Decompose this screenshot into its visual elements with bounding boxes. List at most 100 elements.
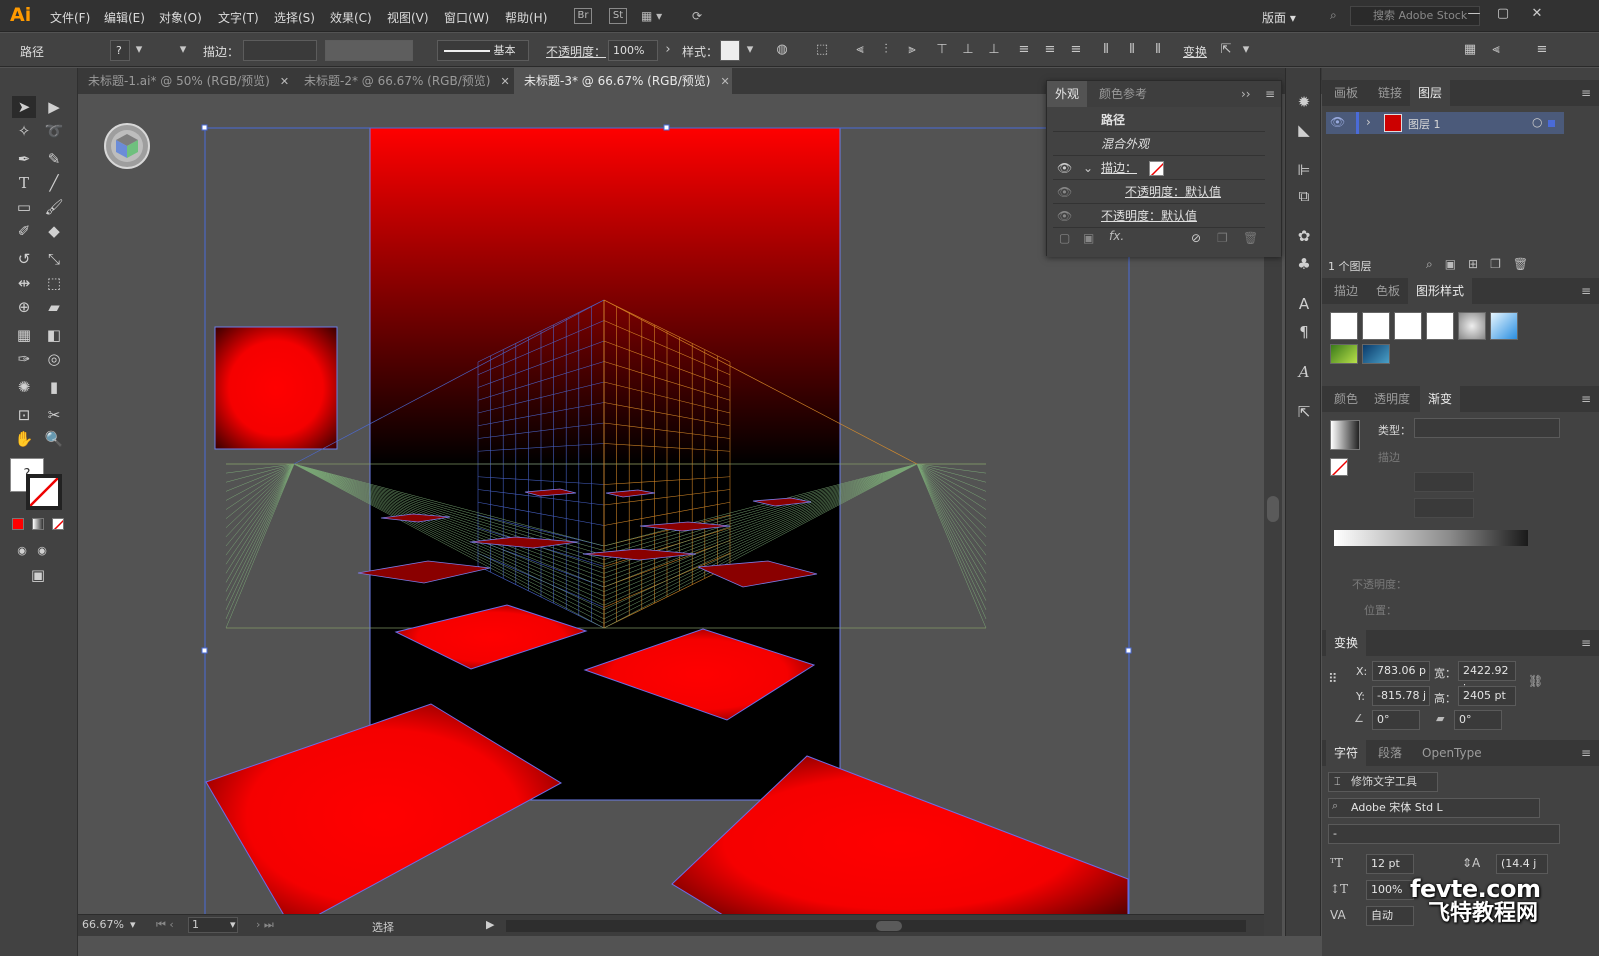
gradient-stroke-swatch[interactable] — [1330, 458, 1348, 476]
graphic-style-green[interactable] — [1330, 344, 1358, 364]
layer-row[interactable]: 👁 › 图层 1 ○ — [1326, 112, 1564, 134]
arrange-icon[interactable]: ⫷ — [1488, 42, 1504, 58]
brush-definition[interactable]: 基本 — [437, 40, 529, 61]
tab-opentype[interactable]: OpenType — [1414, 740, 1490, 766]
graphic-style-shadow[interactable] — [1458, 312, 1486, 340]
tab-artboards[interactable]: 画板 — [1326, 80, 1366, 106]
lasso-tool-icon[interactable]: ➰ — [42, 120, 66, 142]
isolate-icon[interactable]: ⇱ — [1218, 42, 1234, 58]
panel-menu-icon[interactable]: ≡ — [1581, 86, 1591, 100]
align-right-icon[interactable]: ⫸ — [904, 42, 920, 58]
layer-name[interactable]: 图层 1 — [1408, 116, 1441, 132]
navigator-icon[interactable]: ◣ — [1294, 120, 1314, 140]
curvature-tool-icon[interactable]: ✎ — [42, 148, 66, 170]
chevron-down-icon[interactable]: ▾ — [130, 918, 136, 931]
scroll-thumb[interactable] — [876, 921, 902, 931]
rotate-field[interactable]: 0° — [1372, 710, 1420, 730]
scroll-thumb[interactable] — [1267, 496, 1279, 522]
tab-swatches[interactable]: 色板 — [1368, 278, 1408, 304]
gradient-type-select[interactable] — [1414, 418, 1560, 438]
opacity-field[interactable]: 100% — [608, 40, 658, 61]
tab-graphic-styles[interactable]: 图形样式 — [1408, 278, 1473, 304]
panel-menu-icon[interactable]: ≡ — [1581, 392, 1591, 406]
graphic-style-teal[interactable] — [1362, 344, 1390, 364]
distribute-top-icon[interactable]: ≡ — [1016, 42, 1032, 58]
align-center-icon[interactable]: ⫶ — [878, 42, 894, 58]
zoom-field[interactable]: 66.67% — [82, 918, 126, 931]
eye-icon[interactable]: 👁 — [1057, 181, 1072, 204]
color-wheel-icon[interactable]: ✹ — [1294, 92, 1314, 112]
align-icon[interactable]: ⊫ — [1294, 160, 1314, 180]
graphic-style-outline[interactable] — [1426, 312, 1454, 340]
opacity-label[interactable]: 不透明度：默认值 — [1101, 205, 1197, 228]
symbol-sprayer-tool-icon[interactable]: ✺ — [12, 376, 36, 398]
direct-selection-tool-icon[interactable]: ▶ — [42, 96, 66, 118]
control-menu-icon[interactable]: ≡ — [1534, 42, 1550, 58]
tab-links[interactable]: 链接 — [1370, 80, 1410, 106]
horizontal-scrollbar[interactable] — [506, 920, 1246, 932]
color-mode-icon[interactable] — [12, 518, 24, 530]
draw-behind-icon[interactable]: ◉ — [30, 540, 54, 562]
trash-icon[interactable]: 🗑 — [1243, 231, 1258, 245]
touch-type-tool-button[interactable]: ⌶ 修饰文字工具 — [1328, 772, 1438, 792]
shape-builder-tool-icon[interactable]: ⊕ — [12, 296, 36, 318]
gradient-slider[interactable] — [1334, 530, 1528, 546]
chevron-right-icon[interactable]: › — [660, 42, 676, 58]
chevron-right-icon[interactable]: › — [1366, 115, 1371, 129]
perspective-grid-tool-icon[interactable]: ▰ — [42, 296, 66, 318]
leading-field[interactable]: (14.4 j — [1496, 854, 1548, 874]
clear-appearance-icon[interactable]: ⊘ — [1191, 231, 1201, 245]
shear-field[interactable]: 0° — [1454, 710, 1502, 730]
status-menu-arrow-icon[interactable]: ▶ — [486, 918, 494, 931]
plane-switching-widget[interactable] — [104, 123, 150, 169]
distribute-left-icon[interactable]: ⦀ — [1098, 42, 1114, 58]
character-styles-icon[interactable]: A — [1294, 294, 1314, 314]
close-icon[interactable]: ✕ — [280, 75, 289, 88]
artboard-tool-icon[interactable]: ⊡ — [12, 404, 36, 426]
tab-document-3[interactable]: 未标题-3* @ 66.67% (RGB/预览) ✕ — [514, 68, 732, 94]
rectangle-tool-icon[interactable]: ▭ — [12, 196, 36, 218]
chevron-down-icon[interactable]: ▾ — [131, 42, 147, 58]
variable-width-profile[interactable] — [325, 40, 413, 61]
align-top-icon[interactable]: ⊤ — [934, 42, 950, 58]
brushes-icon[interactable]: ✿ — [1294, 226, 1314, 246]
gradient-aspect-field[interactable] — [1414, 498, 1474, 518]
tab-paragraph[interactable]: 段落 — [1370, 740, 1410, 766]
fx-icon[interactable]: fx. — [1109, 229, 1124, 243]
appearance-opacity-row[interactable]: 👁 不透明度：默认值 — [1053, 205, 1265, 228]
menu-type[interactable]: 文字(T) — [218, 9, 259, 26]
rotate-tool-icon[interactable]: ↺ — [12, 248, 36, 270]
pathfinder-icon[interactable]: ⧉ — [1294, 186, 1314, 206]
selection-tool-icon[interactable]: ➤ — [12, 96, 36, 118]
type-tool-icon[interactable]: T — [12, 172, 36, 194]
free-transform-tool-icon[interactable]: ⬚ — [42, 272, 66, 294]
tab-document-1[interactable]: 未标题-1.ai* @ 50% (RGB/预览) ✕ — [78, 68, 292, 94]
tab-color-guide[interactable]: 颜色参考 — [1091, 81, 1155, 107]
collapse-icon[interactable]: ›› — [1241, 87, 1251, 101]
none-mode-icon[interactable] — [52, 518, 64, 530]
tab-transparency[interactable]: 透明度 — [1366, 386, 1418, 412]
chevron-down-icon[interactable]: ▾ — [1238, 42, 1254, 58]
chevron-down-icon[interactable]: ▾ — [742, 42, 758, 58]
constrain-proportions-icon[interactable]: ⛓ — [1528, 674, 1543, 688]
target-icon[interactable]: ○ — [1532, 115, 1542, 129]
panel-menu-icon[interactable]: ≡ — [1581, 746, 1591, 760]
opacity-label[interactable]: 不透明度： — [546, 43, 606, 60]
minimize-button[interactable]: — — [1461, 4, 1487, 26]
eye-icon[interactable]: 👁 — [1330, 115, 1345, 129]
align-middle-icon[interactable]: ⊥ — [960, 42, 976, 58]
line-tool-icon[interactable]: ╱ — [42, 172, 66, 194]
duplicate-icon[interactable]: ❐ — [1217, 231, 1228, 245]
eyedropper-tool-icon[interactable]: ✑ — [12, 348, 36, 370]
recolor-artwork-icon[interactable]: ◍ — [774, 42, 790, 58]
chevron-down-icon[interactable]: ▾ — [230, 918, 236, 931]
red-square[interactable] — [214, 326, 338, 450]
fill-swatch[interactable]: ? — [110, 40, 130, 61]
tab-character[interactable]: 字符 — [1326, 740, 1367, 766]
add-stroke-icon[interactable]: ▢ — [1059, 231, 1070, 245]
tab-appearance[interactable]: 外观 — [1047, 81, 1088, 107]
first-artboard-icon[interactable]: ⏮ ‹ — [156, 918, 174, 932]
gradient-tool-icon[interactable]: ◧ — [42, 324, 66, 346]
distribute-right-icon[interactable]: ⦀ — [1150, 42, 1166, 58]
width-tool-icon[interactable]: ⇹ — [12, 272, 36, 294]
